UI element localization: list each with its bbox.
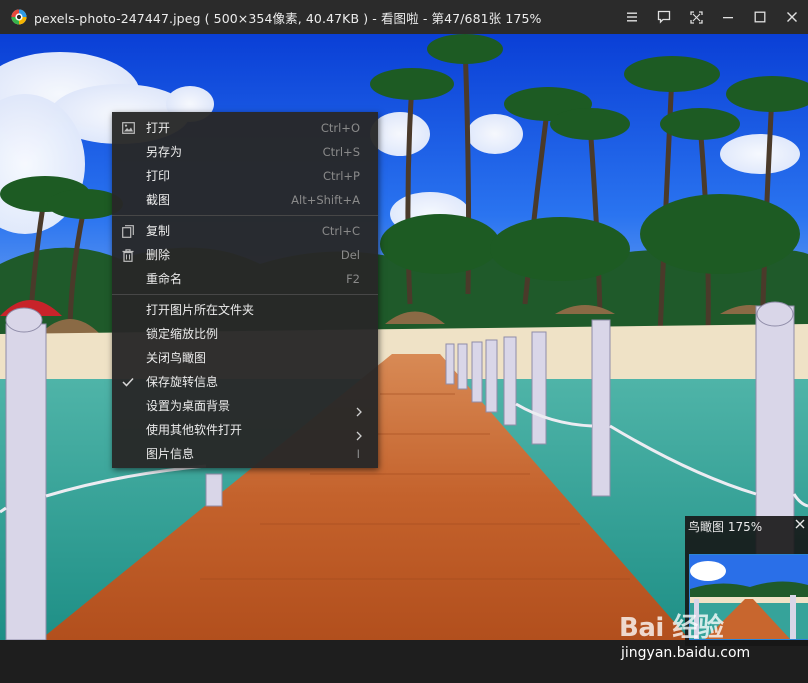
image-icon xyxy=(120,120,136,136)
fullscreen-icon xyxy=(689,10,703,24)
menu-icon xyxy=(627,12,637,22)
menu-item[interactable]: 另存为 Ctrl+S xyxy=(112,140,378,164)
menu-item-label: 复制 xyxy=(146,224,171,238)
menu-item-label: 图片信息 xyxy=(146,447,195,461)
menu-item[interactable]: 重命名 F2 xyxy=(112,267,378,291)
menu-item[interactable]: 关闭鸟瞰图 xyxy=(112,346,378,370)
menu-item[interactable]: 保存旋转信息 xyxy=(112,370,378,394)
menu-item[interactable]: 打开 Ctrl+O xyxy=(112,116,378,140)
menu-item[interactable]: 打印 Ctrl+P xyxy=(112,164,378,188)
window-title: pexels-photo-247447.jpeg ( 500×354像素, 40… xyxy=(34,10,542,26)
menu-separator xyxy=(112,215,378,216)
copy-icon xyxy=(120,223,136,239)
menu-separator xyxy=(112,294,378,295)
fullscreen-button[interactable] xyxy=(680,0,712,34)
close-button[interactable] xyxy=(776,0,808,34)
menu-item-label: 打开 xyxy=(146,121,171,135)
menu-item-label: 打印 xyxy=(146,169,171,183)
menu-item-shortcut: Del xyxy=(340,248,360,262)
comment-button[interactable] xyxy=(648,0,680,34)
context-menu: 打开 Ctrl+O 另存为 Ctrl+S 打印 Ctrl+P 截图 Alt+Shift+A 复制… xyxy=(112,112,378,468)
menu-item-label: 删除 xyxy=(146,248,171,262)
menu-item-label: 打开图片所在文件夹 xyxy=(146,303,255,317)
navigator-close-icon[interactable] xyxy=(793,517,807,531)
window-controls xyxy=(616,0,808,34)
close-icon xyxy=(787,12,797,22)
comment-icon xyxy=(657,10,671,24)
menu-item-label: 重命名 xyxy=(146,272,183,286)
menu-item-label: 设置为桌面背景 xyxy=(146,399,231,413)
title-bar: pexels-photo-247447.jpeg ( 500×354像素, 40… xyxy=(0,0,808,34)
navigator-title: 鸟瞰图 175% xyxy=(688,520,763,534)
menu-item-shortcut: Ctrl+O xyxy=(320,121,360,135)
menu-item-label: 保存旋转信息 xyxy=(146,375,219,389)
menu-item[interactable]: 使用其他软件打开 xyxy=(112,418,378,442)
menu-item-shortcut: Alt+Shift+A xyxy=(291,193,360,207)
app-logo-icon xyxy=(11,9,27,25)
menu-item-shortcut: Ctrl+S xyxy=(322,145,360,159)
check-icon xyxy=(120,374,136,390)
minimize-button[interactable] xyxy=(712,0,744,34)
menu-item[interactable]: 复制 Ctrl+C xyxy=(112,219,378,243)
menu-item-label: 截图 xyxy=(146,193,171,207)
menu-item-shortcut: F2 xyxy=(346,272,360,286)
menu-item[interactable]: 截图 Alt+Shift+A xyxy=(112,188,378,212)
menu-item-label: 关闭鸟瞰图 xyxy=(146,351,207,365)
menu-item-label: 使用其他软件打开 xyxy=(146,423,243,437)
menu-item-shortcut: I xyxy=(356,447,360,461)
watermark-url: jingyan.baidu.com xyxy=(621,645,751,661)
menu-item[interactable]: 设置为桌面背景 xyxy=(112,394,378,418)
minimize-icon xyxy=(723,17,733,19)
menu-item[interactable]: 图片信息 I xyxy=(112,442,378,466)
maximize-button[interactable] xyxy=(744,0,776,34)
maximize-icon xyxy=(754,11,766,23)
menu-item-shortcut: Ctrl+C xyxy=(321,224,360,238)
menu-item-label: 另存为 xyxy=(146,145,183,159)
menu-button[interactable] xyxy=(616,0,648,34)
menu-item[interactable]: 锁定缩放比例 xyxy=(112,322,378,346)
menu-item-label: 锁定缩放比例 xyxy=(146,327,219,341)
menu-item-shortcut: Ctrl+P xyxy=(322,169,360,183)
menu-item[interactable]: 删除 Del xyxy=(112,243,378,267)
watermark-logo: Bai 经验 xyxy=(619,613,724,643)
trash-icon xyxy=(120,247,136,263)
menu-item[interactable]: 打开图片所在文件夹 xyxy=(112,298,378,322)
